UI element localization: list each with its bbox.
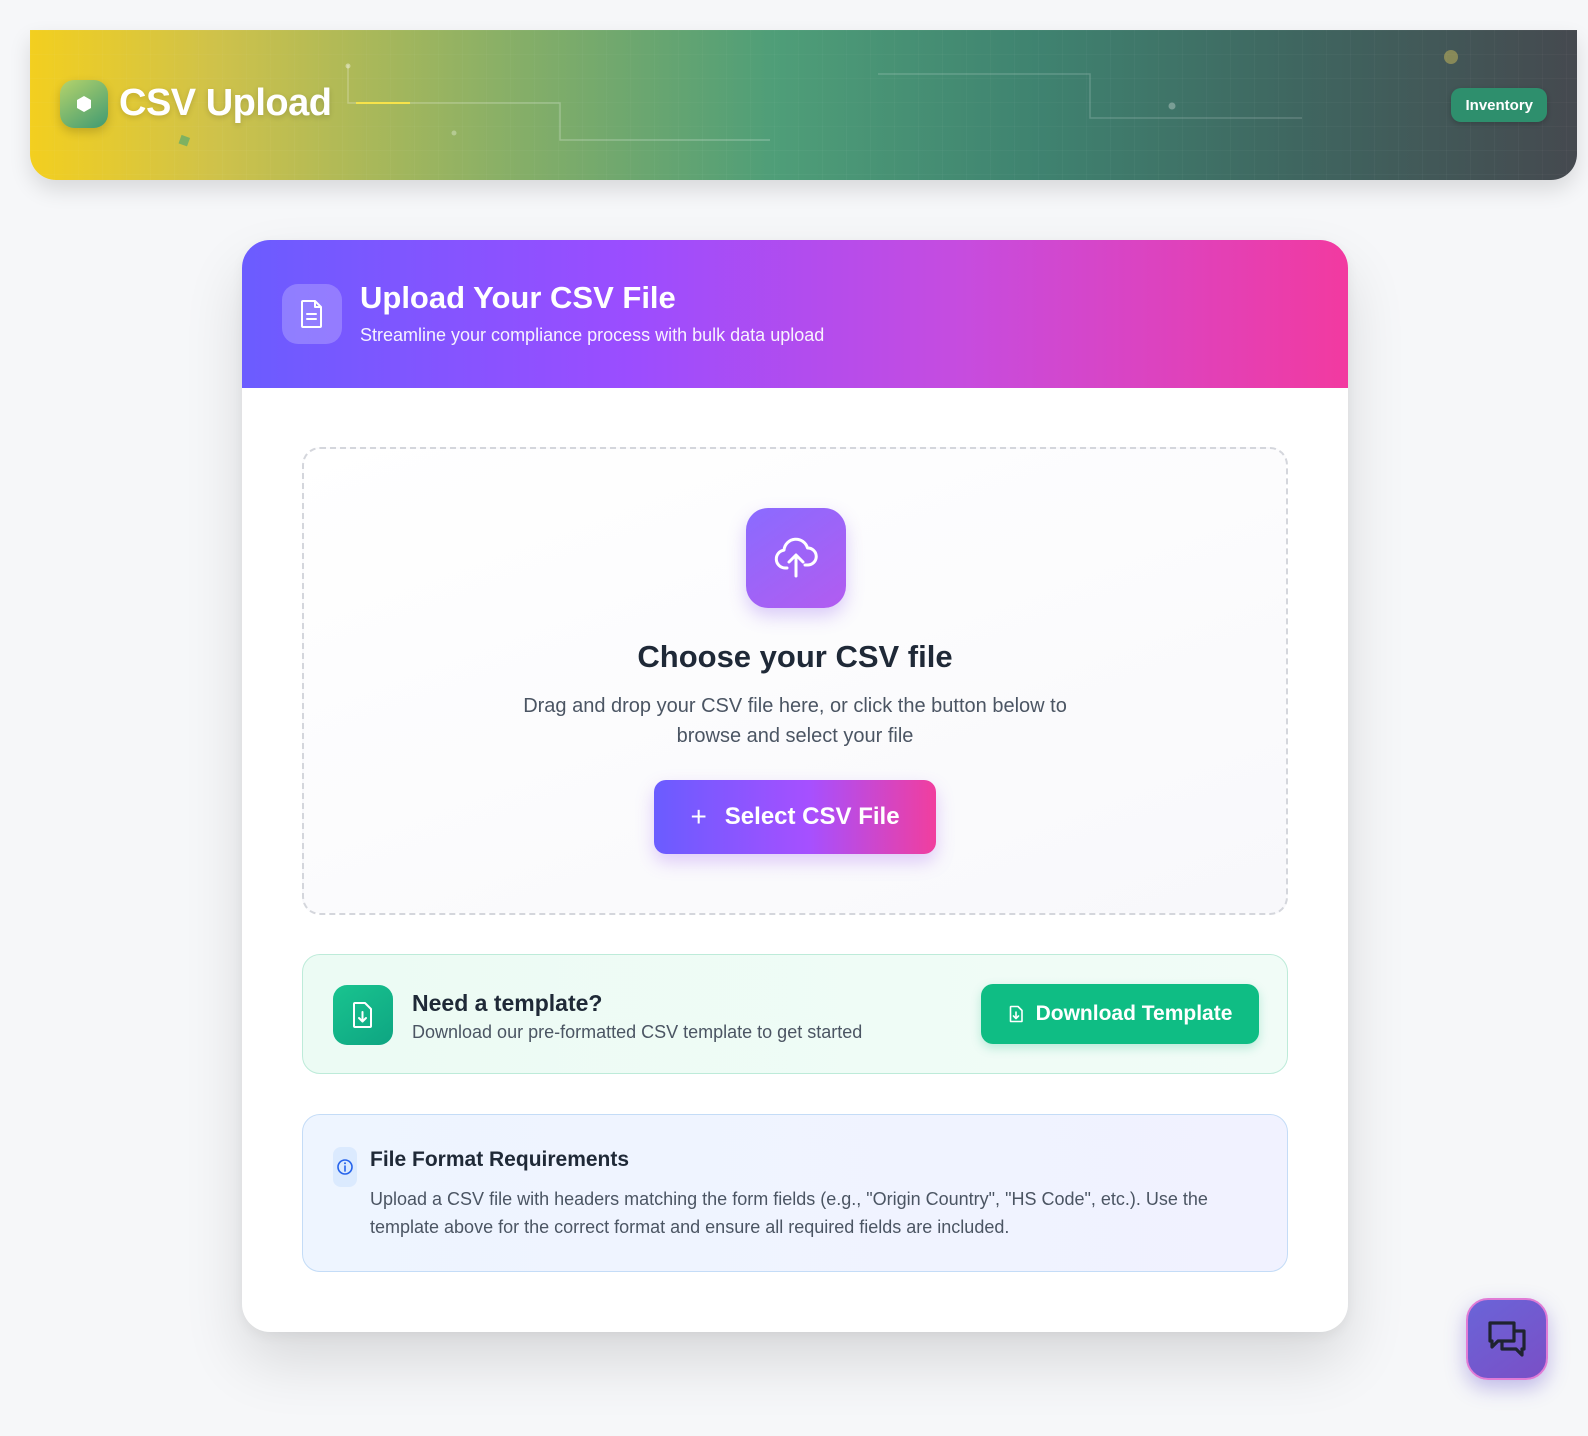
upload-card-header: Upload Your CSV File Streamline your com… xyxy=(242,240,1348,388)
upload-card-subtitle: Streamline your compliance process with … xyxy=(360,325,825,345)
page-title: CSV Upload xyxy=(119,82,332,124)
chat-button[interactable] xyxy=(1466,1298,1548,1380)
template-description: Download our pre-formatted CSV template … xyxy=(412,1022,863,1042)
template-panel: Need a template? Download our pre-format… xyxy=(302,954,1288,1074)
cloud-upload-icon xyxy=(746,508,846,608)
requirements-description: Upload a CSV file with headers matching … xyxy=(370,1189,1208,1237)
plus-icon: + xyxy=(690,801,707,832)
template-title: Need a template? xyxy=(412,990,603,1016)
download-file-icon xyxy=(1009,1005,1023,1023)
format-requirements-panel: File Format Requirements Upload a CSV fi… xyxy=(302,1114,1288,1272)
app-header-banner: CSV Upload Inventory xyxy=(30,30,1577,180)
inventory-badge-button[interactable]: Inventory xyxy=(1451,88,1547,122)
chat-icon xyxy=(1488,1321,1526,1357)
file-download-icon xyxy=(333,985,393,1045)
select-csv-button-label: Select CSV File xyxy=(724,803,900,830)
brand-cube-icon xyxy=(60,80,108,128)
info-icon xyxy=(333,1147,357,1187)
document-icon xyxy=(282,284,342,344)
dropzone-title: Choose your CSV file xyxy=(637,639,953,674)
upload-card-title: Upload Your CSV File xyxy=(360,280,676,315)
download-template-button-label: Download Template xyxy=(1035,1002,1233,1025)
download-template-button[interactable]: Download Template xyxy=(981,984,1259,1044)
upload-card: Upload Your CSV File Streamline your com… xyxy=(242,240,1348,1332)
dropzone-description: Drag and drop your CSV file here, or cli… xyxy=(523,695,1067,747)
select-csv-button[interactable]: + Select CSV File xyxy=(654,780,936,854)
requirements-title: File Format Requirements xyxy=(370,1148,630,1171)
csv-dropzone[interactable]: Choose your CSV file Drag and drop your … xyxy=(302,447,1288,915)
